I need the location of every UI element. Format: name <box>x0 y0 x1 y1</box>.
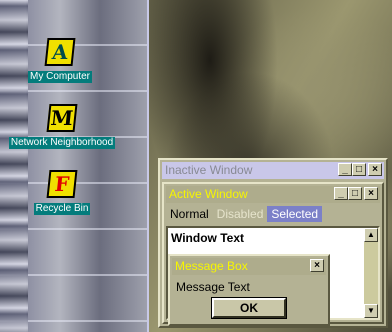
message-box-titlebar[interactable]: Message Box × <box>172 258 326 275</box>
menu-item-normal[interactable]: Normal <box>166 206 213 222</box>
menu-item-selected[interactable]: Selected <box>267 206 323 222</box>
close-button[interactable]: × <box>364 187 378 200</box>
desktop-icon-my-computer[interactable]: A My Computer <box>0 38 120 84</box>
ok-button[interactable]: OK <box>211 297 287 319</box>
inactive-window-title: Inactive Window <box>165 163 253 177</box>
maximize-button[interactable]: □ <box>348 187 362 200</box>
vertical-scrollbar[interactable]: ▲ ▼ <box>364 228 378 318</box>
desktop-icon-label: Recycle Bin <box>33 203 91 215</box>
menu-bar: Normal Disabled Selected <box>166 206 380 222</box>
minimize-button[interactable]: _ <box>334 187 348 200</box>
scroll-up-button[interactable]: ▲ <box>364 228 378 242</box>
desktop-icon-label: Network Neighborhood <box>8 137 116 149</box>
window-text: Window Text <box>171 231 244 245</box>
recycle-bin-icon: F <box>46 170 78 198</box>
desktop-icon-network-neighborhood[interactable]: M Network Neighborhood <box>2 104 122 150</box>
message-box[interactable]: Message Box × Message Text OK <box>168 254 330 326</box>
message-box-title: Message Box <box>175 259 248 273</box>
network-neighborhood-icon: M <box>46 104 78 132</box>
maximize-button[interactable]: □ <box>352 163 366 176</box>
inactive-window-titlebar[interactable]: Inactive Window _ □ × <box>162 162 384 179</box>
close-button[interactable]: × <box>310 259 324 272</box>
desktop-icon-recycle-bin[interactable]: F Recycle Bin <box>2 170 122 216</box>
minimize-button[interactable]: _ <box>338 163 352 176</box>
scroll-down-button[interactable]: ▼ <box>364 304 378 318</box>
my-computer-icon: A <box>44 38 76 66</box>
active-window-title: Active Window <box>169 187 248 201</box>
message-text: Message Text <box>176 280 250 294</box>
active-window-titlebar[interactable]: Active Window _ □ × <box>166 186 380 203</box>
menu-item-disabled: Disabled <box>216 207 264 221</box>
desktop-icon-label: My Computer <box>27 71 92 83</box>
close-button[interactable]: × <box>368 163 382 176</box>
